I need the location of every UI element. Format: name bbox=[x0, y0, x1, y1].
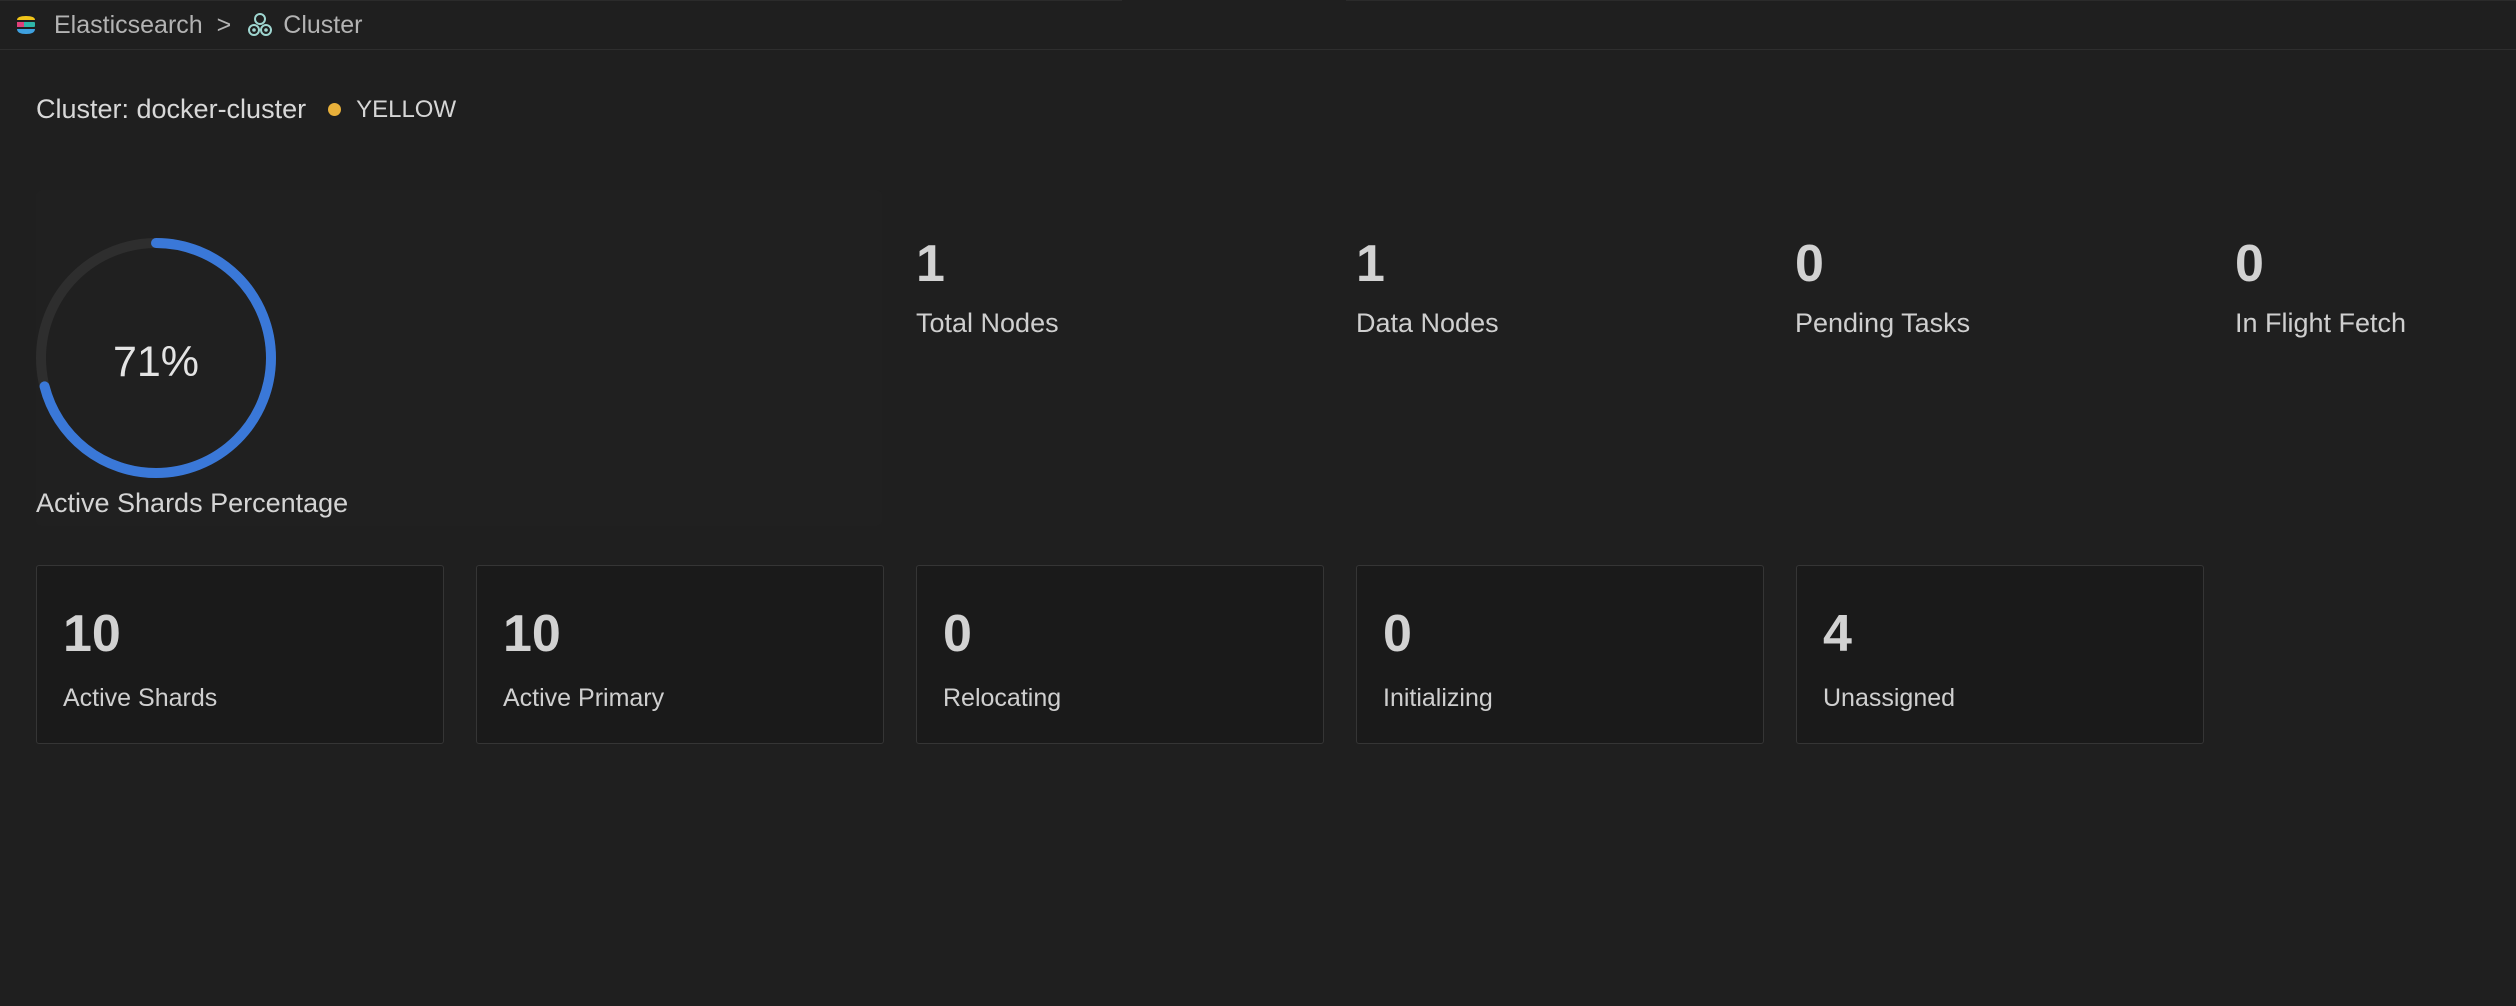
card-label: Active Shards bbox=[63, 684, 218, 712]
stat-total-nodes: 1 Total Nodes bbox=[916, 238, 1316, 339]
stat-value: 1 bbox=[1356, 235, 1385, 293]
card-relocating: 0 Relocating bbox=[916, 565, 1324, 744]
stat-in-flight-fetch: 0 In Flight Fetch bbox=[2235, 238, 2505, 339]
card-label: Unassigned bbox=[1823, 684, 1956, 712]
card-initializing: 0 Initializing bbox=[1356, 565, 1764, 744]
gauge-label: Active Shards Percentage bbox=[36, 488, 349, 518]
card-value: 10 bbox=[503, 605, 561, 663]
card-active-primary: 10 Active Primary bbox=[476, 565, 884, 744]
stat-label: Total Nodes bbox=[916, 308, 1059, 338]
breadcrumb-label-root: Elasticsearch bbox=[54, 10, 203, 39]
tab-indicator bbox=[1122, 0, 1346, 2]
active-shards-gauge-card: 71% Active Shards Percentage bbox=[36, 190, 882, 526]
breadcrumb-separator: > bbox=[216, 10, 232, 39]
card-value: 0 bbox=[1383, 605, 1412, 663]
breadcrumb-label-current: Cluster bbox=[283, 10, 363, 39]
gauge-value: 71% bbox=[112, 338, 200, 386]
stat-label: Pending Tasks bbox=[1795, 308, 1971, 338]
cluster-status-badge: YELLOW bbox=[356, 95, 457, 123]
card-label: Relocating bbox=[943, 684, 1062, 712]
breadcrumb-item-elasticsearch[interactable]: Elasticsearch bbox=[14, 11, 203, 40]
stat-value: 0 bbox=[2235, 235, 2264, 293]
card-label: Initializing bbox=[1383, 684, 1493, 712]
stat-data-nodes: 1 Data Nodes bbox=[1356, 238, 1756, 339]
cluster-icon bbox=[248, 13, 273, 36]
stat-label: In Flight Fetch bbox=[2235, 308, 2407, 338]
card-unassigned: 4 Unassigned bbox=[1796, 565, 2204, 744]
stat-value: 0 bbox=[1795, 235, 1824, 293]
breadcrumb: Elasticsearch > Cluster bbox=[0, 0, 2516, 50]
card-value: 0 bbox=[943, 605, 972, 663]
card-value: 4 bbox=[1823, 605, 1852, 663]
elasticsearch-icon bbox=[17, 16, 35, 34]
breadcrumb-item-cluster[interactable]: Cluster bbox=[247, 11, 362, 40]
cluster-name: Cluster: docker-cluster bbox=[36, 94, 307, 124]
stat-label: Data Nodes bbox=[1356, 308, 1499, 338]
status-dot-icon bbox=[328, 103, 342, 116]
card-active-shards: 10 Active Shards bbox=[36, 565, 444, 744]
card-label: Active Primary bbox=[503, 684, 665, 712]
stat-pending-tasks: 0 Pending Tasks bbox=[1795, 238, 2195, 339]
stat-value: 1 bbox=[916, 235, 945, 293]
card-value: 10 bbox=[63, 605, 121, 663]
cluster-header: Cluster: docker-cluster YELLOW bbox=[36, 94, 456, 125]
